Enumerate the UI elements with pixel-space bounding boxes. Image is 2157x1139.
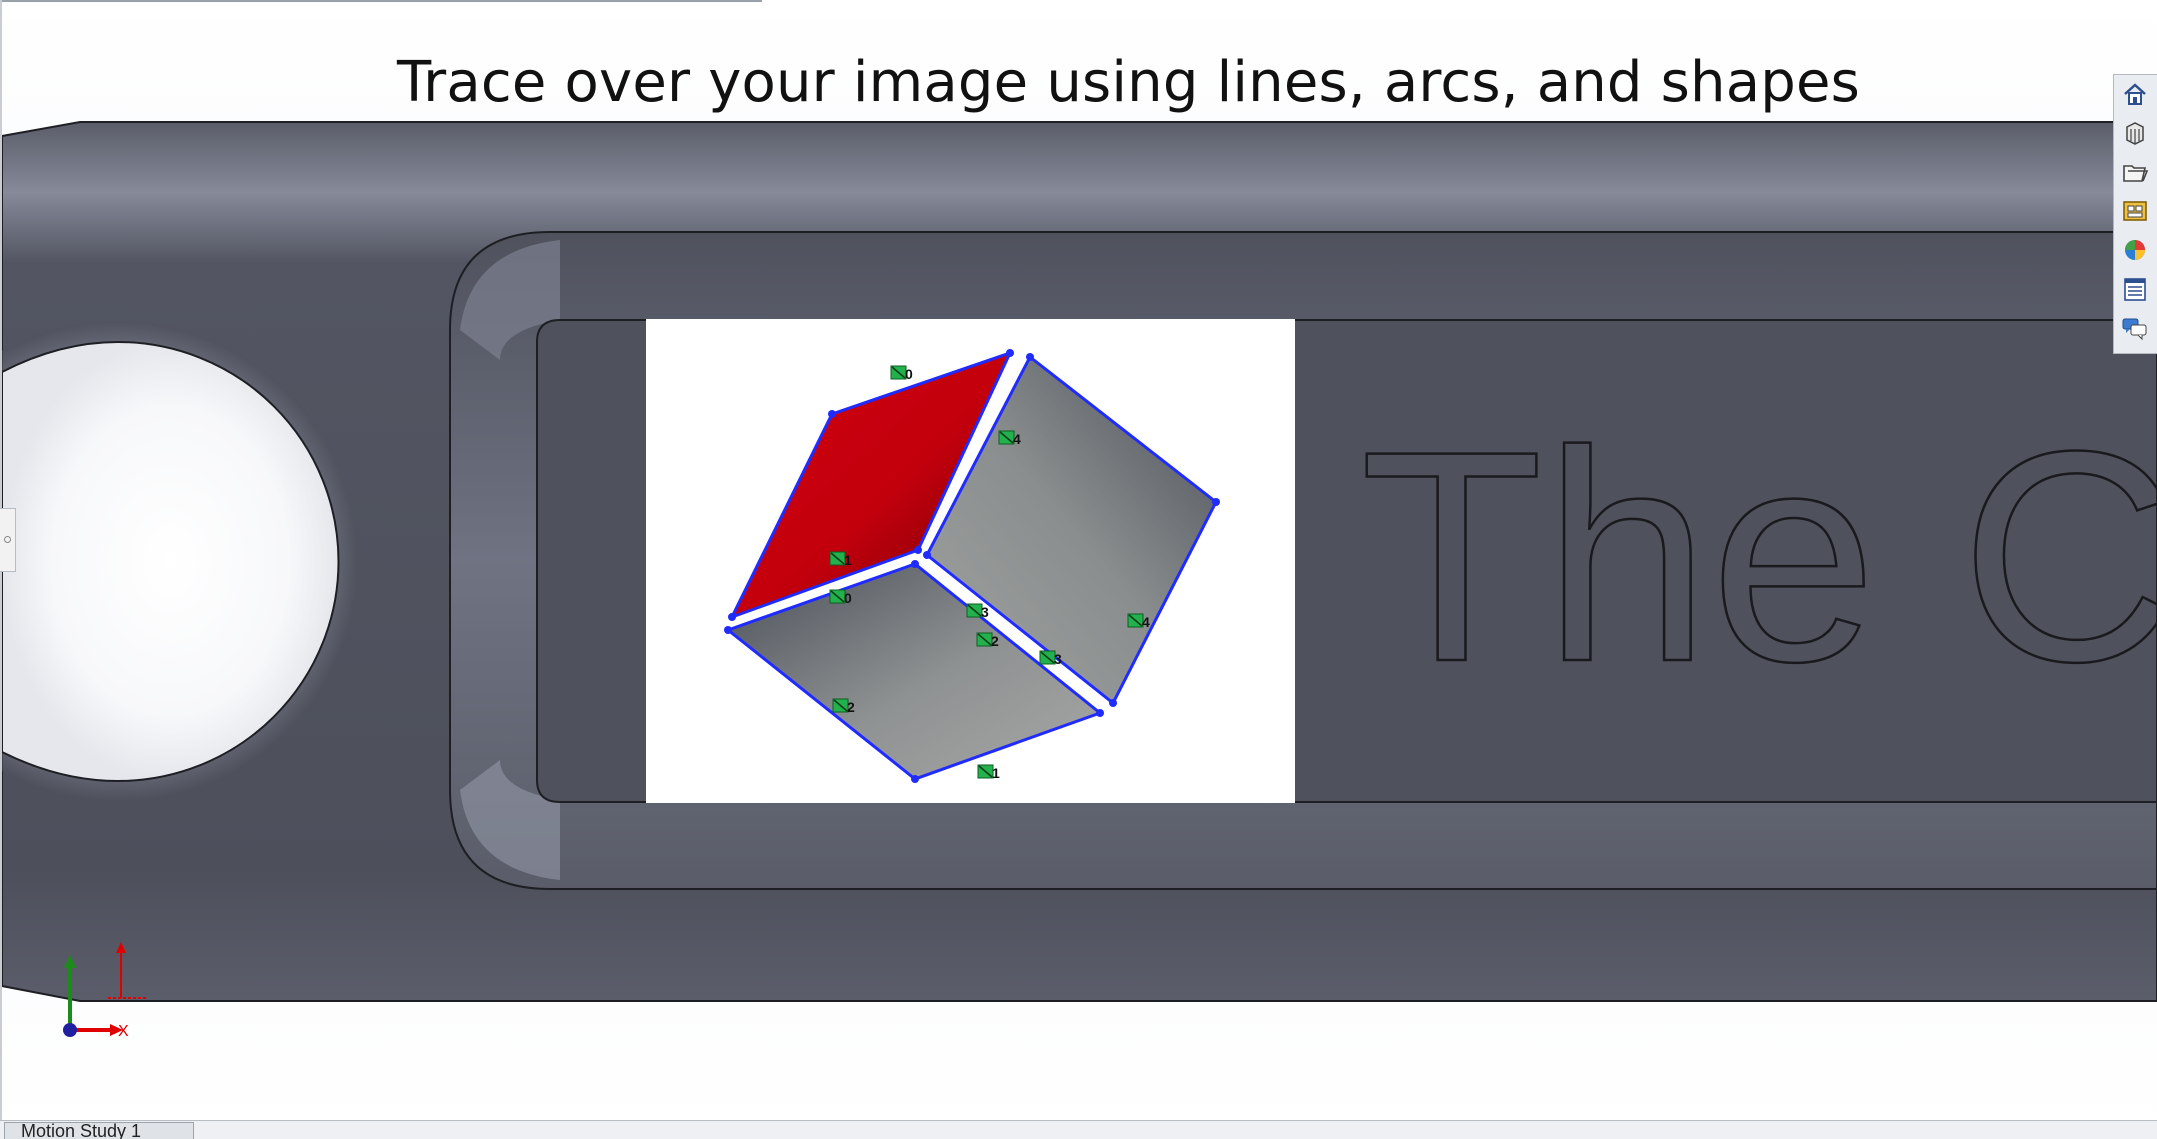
engraved-text: The C bbox=[1360, 388, 2157, 724]
relation-label: 4 bbox=[1013, 431, 1021, 447]
window-top-edge bbox=[0, 0, 762, 2]
home-icon[interactable] bbox=[2120, 79, 2150, 109]
design-library-icon[interactable] bbox=[2120, 118, 2150, 148]
appearances-icon[interactable] bbox=[2120, 235, 2150, 265]
view-palette-icon[interactable] bbox=[2120, 196, 2150, 226]
custom-properties-icon[interactable] bbox=[2120, 274, 2150, 304]
relation-label: 2 bbox=[847, 699, 855, 715]
file-explorer-icon[interactable] bbox=[2120, 157, 2150, 187]
relation-label: 4 bbox=[1142, 614, 1150, 630]
forum-icon[interactable] bbox=[2120, 313, 2150, 343]
relation-label: 3 bbox=[1054, 651, 1062, 667]
motion-study-tab-bar bbox=[0, 1120, 2157, 1139]
tab-motion-study-1[interactable]: Motion Study 1 bbox=[4, 1122, 194, 1139]
relation-label: 0 bbox=[905, 366, 913, 382]
relation-label: 1 bbox=[844, 552, 852, 568]
relation-label: 1 bbox=[992, 765, 1000, 781]
tooltip-caption: Trace over your image using lines, arcs,… bbox=[396, 50, 1861, 115]
graphics-area[interactable]: The C 0410324321 X Y Trace over your ima… bbox=[0, 0, 2157, 1139]
task-pane bbox=[2113, 74, 2157, 354]
relation-label: 0 bbox=[844, 590, 852, 606]
axis-y-label: Y bbox=[64, 961, 74, 977]
axis-x-label: X bbox=[118, 1023, 129, 1040]
sketch-picture[interactable]: 0410324321 bbox=[646, 319, 1295, 803]
relation-label: 2 bbox=[991, 633, 999, 649]
handle-dot-icon bbox=[4, 536, 11, 543]
feature-manager-flyout-handle[interactable] bbox=[0, 508, 16, 572]
relation-label: 3 bbox=[981, 604, 989, 620]
